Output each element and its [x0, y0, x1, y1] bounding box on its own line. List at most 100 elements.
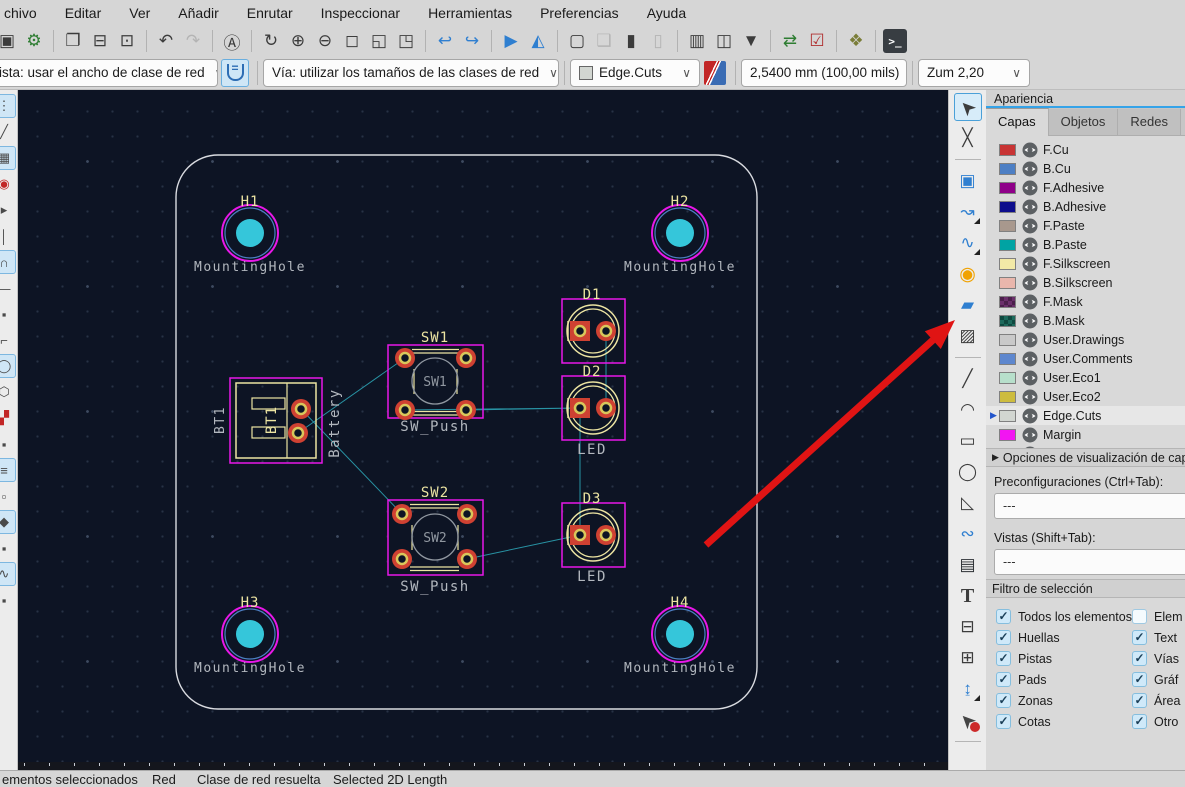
layer-color-swatch[interactable]	[999, 428, 1016, 441]
visibility-eye-icon[interactable]	[1022, 294, 1038, 310]
zoom-fit-objects-icon[interactable]: ◱	[367, 29, 391, 53]
Preferencias[interactable]: Preferencias	[526, 2, 633, 24]
arc-tool[interactable]: ◠	[954, 396, 982, 424]
visibility-eye-icon[interactable]	[1022, 408, 1038, 424]
polygon-tool[interactable]: ◺	[954, 489, 982, 517]
checkbox[interactable]: ✓	[996, 714, 1011, 729]
separator[interactable]	[491, 30, 492, 52]
visibility-eye-icon[interactable]	[1022, 370, 1038, 386]
circle-tool[interactable]: ◯	[954, 458, 982, 486]
separator[interactable]	[251, 30, 252, 52]
footprint-SW2[interactable]: SW2 SW2 SW_Push	[387, 485, 484, 595]
text-tool[interactable]: T	[954, 582, 982, 610]
unlock-icon[interactable]: ▯	[646, 29, 670, 53]
checkbox[interactable]: ✓	[1132, 630, 1147, 645]
tool-fragment[interactable]: ⬡	[0, 380, 16, 404]
textbox-tool[interactable]: ⊟	[954, 613, 982, 641]
page-settings-icon[interactable]: ❐	[61, 29, 85, 53]
separator[interactable]	[425, 30, 426, 52]
footprint-editor-icon[interactable]: ▥	[685, 29, 709, 53]
layer-row[interactable]: B.Paste	[986, 235, 1185, 254]
tool-fragment[interactable]: ∿	[0, 562, 16, 586]
checkbox[interactable]: ✓	[1132, 651, 1147, 666]
flip-view-icon[interactable]: ◭	[526, 29, 550, 53]
layer-color-swatch[interactable]	[999, 409, 1016, 422]
tool-fragment[interactable]: ▸	[0, 198, 16, 222]
checkbox[interactable]: ✓	[996, 609, 1011, 624]
layer-color-swatch[interactable]	[999, 257, 1016, 270]
plot-icon[interactable]: ⊡	[115, 29, 139, 53]
selection-filter-header[interactable]: Filtro de selección	[986, 579, 1185, 598]
print-icon[interactable]: ⊟	[88, 29, 112, 53]
layer-row[interactable]: F.Silkscreen	[986, 254, 1185, 273]
separator[interactable]	[677, 30, 678, 52]
save-icon[interactable]: ▣	[0, 29, 19, 53]
checkbox[interactable]: ✓	[996, 651, 1011, 666]
local-ratsnest-tool[interactable]: ╳	[954, 124, 982, 152]
footprint-D1[interactable]: D1	[561, 287, 626, 364]
visibility-eye-icon[interactable]	[1022, 332, 1038, 348]
Herramientas[interactable]: Herramientas	[414, 2, 526, 24]
grid-tool-fragment[interactable]: ⋮	[0, 94, 16, 118]
tool-fragment[interactable]: ▪	[0, 536, 16, 560]
visibility-eye-icon[interactable]	[1022, 275, 1038, 291]
layer-row[interactable]: User.Eco1	[986, 368, 1185, 387]
layer-color-swatch[interactable]	[999, 219, 1016, 232]
layer-row[interactable]: B.Silkscreen	[986, 273, 1185, 292]
undo-icon[interactable]: ↶	[154, 29, 178, 53]
rule-area-tool[interactable]: ▨	[954, 322, 982, 350]
layer-color-swatch[interactable]	[999, 390, 1016, 403]
tool-fragment[interactable]: ◉	[0, 172, 16, 196]
checkbox[interactable]: ✓	[1132, 693, 1147, 708]
layer-row[interactable]: B.Mask	[986, 311, 1185, 330]
tool-fragment[interactable]: ▪	[0, 432, 16, 456]
board-setup-icon[interactable]: ⚙	[22, 29, 46, 53]
layer-row[interactable]: B.Adhesive	[986, 197, 1185, 216]
Ayuda[interactable]: Ayuda	[633, 2, 700, 24]
checkbox[interactable]: ✓	[996, 693, 1011, 708]
layer-row[interactable]: User.Eco2	[986, 387, 1185, 406]
tool-fragment[interactable]: ⌐	[0, 328, 16, 352]
Ver[interactable]: Ver	[115, 2, 164, 24]
layer-row[interactable]: F.Cu	[986, 140, 1185, 159]
separator[interactable]	[954, 741, 981, 742]
delete-tool[interactable]: ➤	[954, 706, 982, 734]
footprint-browser-icon[interactable]: ◫	[712, 29, 736, 53]
layer-row[interactable]: ▶ Edge.Cuts	[986, 406, 1185, 425]
footprint-BT1[interactable]: BT1 BT1 Battery	[213, 377, 343, 464]
layer-color-swatch[interactable]	[999, 181, 1016, 194]
layer-color-swatch[interactable]	[999, 371, 1016, 384]
highlight-net-icon[interactable]: ❖	[844, 29, 868, 53]
visibility-eye-icon[interactable]	[1022, 313, 1038, 329]
visibility-eye-icon[interactable]	[1022, 180, 1038, 196]
tool-fragment[interactable]: │	[0, 224, 16, 248]
layer-row[interactable]: User.Drawings	[986, 330, 1185, 349]
layer-row[interactable]: F.Paste	[986, 216, 1185, 235]
tool-fragment[interactable]: ≡	[0, 458, 16, 482]
route-tracks-tool[interactable]: ↝	[954, 198, 982, 226]
checkbox[interactable]: ✓	[1132, 672, 1147, 687]
view-back-icon[interactable]: ↩	[433, 29, 457, 53]
zoom-out-icon[interactable]: ⊖	[313, 29, 337, 53]
find-footprint-icon[interactable]: Ⓐ	[220, 29, 244, 53]
tool-fragment[interactable]: ▫	[0, 484, 16, 508]
layer-color-swatch[interactable]	[999, 333, 1016, 346]
visibility-eye-icon[interactable]	[1022, 237, 1038, 253]
refresh-icon[interactable]: ↻	[259, 29, 283, 53]
layer-row[interactable]: F.Adhesive	[986, 178, 1185, 197]
layer-row[interactable]: User.Comments	[986, 349, 1185, 368]
image-tool[interactable]: ▤	[954, 551, 982, 579]
group-icon[interactable]: ❑	[592, 29, 616, 53]
table-tool[interactable]: ⊞	[954, 644, 982, 672]
chivo[interactable]: chivo	[2, 2, 51, 24]
bezier-tool[interactable]: ∾	[954, 520, 982, 548]
footprint-H2[interactable]: H2 MountingHole	[624, 194, 736, 275]
lock-icon[interactable]: ▮	[619, 29, 643, 53]
footprint-D3[interactable]: D3 LED	[561, 491, 626, 585]
layer-row[interactable]: Margin	[986, 425, 1185, 444]
checkbox[interactable]: ✓	[1132, 714, 1147, 729]
zoom-select[interactable]: Zum 2,20 ∨	[918, 58, 1030, 87]
layer-display-options-header[interactable]: ▶ Opciones de visualización de cap	[986, 448, 1185, 467]
viewports-select[interactable]: ---	[994, 549, 1185, 575]
Objetos[interactable]: Objetos	[1048, 109, 1119, 135]
